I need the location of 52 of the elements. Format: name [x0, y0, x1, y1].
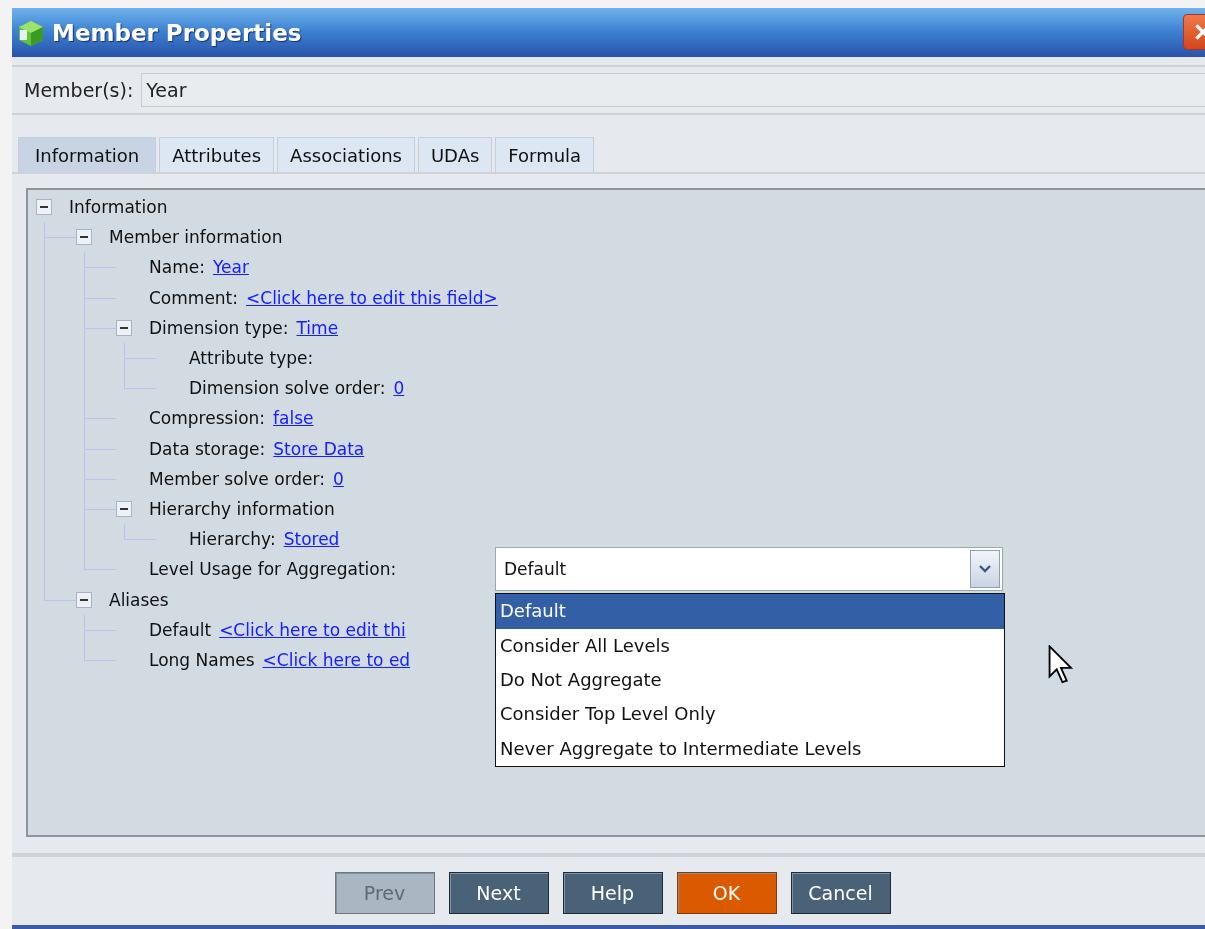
collapse-toggle[interactable] — [36, 199, 52, 216]
collapse-toggle[interactable] — [116, 319, 132, 336]
edit-link[interactable]: false — [273, 408, 314, 429]
tree-label: Member solve order: — [149, 468, 325, 489]
mouse-pointer-icon — [1048, 645, 1074, 685]
window-title: Member Properties — [52, 19, 302, 46]
chevron-down-icon — [978, 564, 992, 575]
member-field[interactable]: Year — [141, 73, 1205, 107]
tab[interactable]: Information — [18, 137, 157, 172]
edit-link[interactable]: Store Data — [273, 438, 365, 459]
edit-link[interactable]: <Click here to ed — [262, 649, 411, 670]
collapse-toggle[interactable] — [116, 500, 132, 517]
dialog-button[interactable]: Next — [448, 872, 549, 914]
tree-label: Compression: — [149, 408, 266, 429]
dropdown-option[interactable]: Do Not Aggregate — [496, 663, 1004, 698]
dialog-button[interactable]: OK — [676, 872, 777, 914]
edit-link[interactable]: <Click here to edit thi — [219, 619, 406, 640]
tab[interactable]: Associations — [277, 137, 415, 172]
edit-link[interactable]: Time — [296, 317, 339, 338]
tree-label: Long Names — [149, 649, 255, 670]
dropdown-option[interactable]: Consider All Levels — [496, 628, 1004, 664]
tree-label: Dimension solve order: — [189, 378, 386, 399]
tree-label: Hierarchy: — [189, 529, 276, 550]
dropdown-option[interactable]: Default — [496, 594, 1004, 629]
tree-label: Information — [69, 197, 168, 218]
tree-label: Default — [149, 619, 212, 640]
dropdown-option[interactable]: Consider Top Level Only — [496, 697, 1004, 732]
tab[interactable]: UDAs — [417, 137, 493, 172]
edit-link[interactable]: Year — [212, 257, 249, 278]
edit-link[interactable]: <Click here to edit this field> — [246, 287, 498, 308]
dropdown-option[interactable]: Never Aggregate to Intermediate Levels — [496, 731, 1004, 767]
collapse-toggle[interactable] — [76, 591, 92, 608]
tree-label: Name: — [149, 257, 205, 278]
edit-link[interactable]: 0 — [393, 378, 405, 399]
tab[interactable]: Formula — [495, 137, 595, 172]
dropdown-field[interactable]: Default — [495, 547, 1003, 592]
tree-label: Dimension type: — [149, 317, 289, 338]
member-label: Member(s): — [23, 79, 135, 101]
tree-label: Data storage: — [149, 438, 266, 459]
tree-label: Level Usage for Aggregation: — [149, 559, 397, 580]
tree-label: Comment: — [149, 287, 239, 308]
dialog-button[interactable]: Cancel — [790, 872, 891, 914]
collapse-toggle[interactable] — [76, 229, 92, 246]
dialog-button[interactable]: Help — [562, 872, 663, 914]
tree-label: Hierarchy information — [149, 498, 335, 519]
edit-link[interactable]: Stored — [283, 529, 340, 550]
tree-label: Aliases — [109, 589, 169, 610]
tab[interactable]: Attributes — [159, 137, 275, 172]
edit-link[interactable]: 0 — [333, 468, 344, 489]
dropdown-button[interactable] — [970, 550, 1000, 589]
tree-label: Attribute type: — [189, 348, 314, 369]
tree-label: Member information — [109, 227, 283, 248]
